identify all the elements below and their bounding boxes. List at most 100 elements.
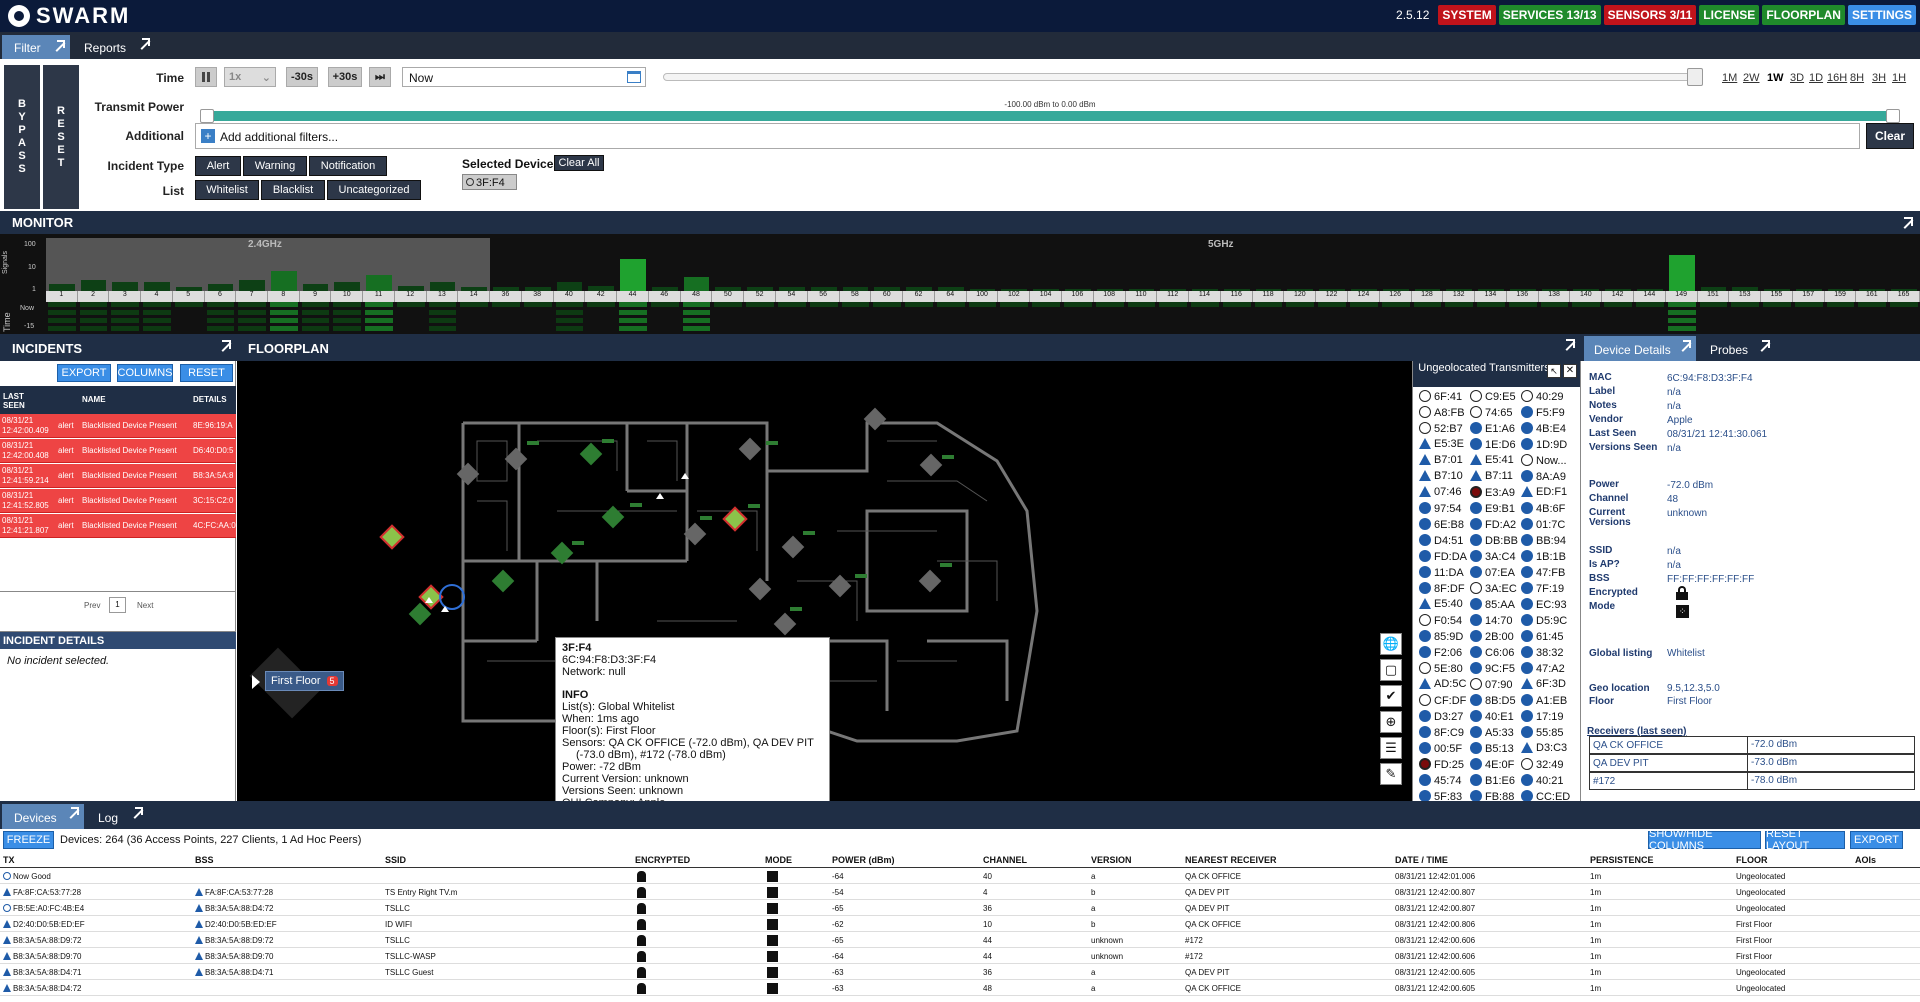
incident-row[interactable]: 08/31/21 12:42:00.408 alert Blacklisted Dev… [0,439,236,463]
ungeolocated-item[interactable]: 32:49 [1521,758,1564,772]
license-button[interactable]: LICENSE [1699,5,1760,25]
ungeolocated-item[interactable]: C9:E5 [1470,390,1516,404]
ungeolocated-item[interactable]: ED:F1 [1521,486,1567,500]
additional-filters-input[interactable]: + Add additional filters... [195,123,1860,149]
ungeolocated-item[interactable]: D4:51 [1419,534,1463,548]
reset-layout-button[interactable]: RESET LAYOUT [1765,828,1845,852]
settings-button[interactable]: SETTINGS [1847,5,1916,25]
popout-icon[interactable] [142,38,150,46]
swarm-logo[interactable]: SWARM [8,3,130,29]
ungeolocated-item[interactable]: B7:01 [1419,454,1463,468]
transmit-power-slider[interactable] [200,111,1900,121]
show-hide-columns-button[interactable]: SHOW/HIDE COLUMNS [1648,828,1761,852]
ungeolocated-item[interactable]: 6F:41 [1419,390,1462,404]
ungeolocated-item[interactable]: 1D:9D [1521,438,1567,452]
ungeolocated-item[interactable]: 8B:D5 [1470,694,1516,708]
ungeolocated-item[interactable]: E3:A9 [1470,486,1515,500]
ungeolocated-item[interactable]: 97:54 [1419,502,1462,516]
device-row[interactable]: D2:40:D0:5B:ED:EF D2:40:D0:5B:ED:EF ID WIF… [0,917,1920,932]
ungeolocated-item[interactable]: AD:5C [1419,678,1466,692]
skip-to-end-button[interactable]: ⏭ [369,67,391,87]
ungeolocated-item[interactable]: 07:90 [1470,678,1513,692]
incident-row[interactable]: 08/31/21 12:41:52.805 alert Blacklisted Dev… [0,489,236,513]
ungeolocated-item[interactable]: 8F:DF [1419,582,1465,596]
ungeolocated-item[interactable]: FB:88 [1470,790,1514,801]
ungeolocated-item[interactable]: CF:DF [1419,694,1466,708]
ungeolocated-item[interactable]: 40:29 [1521,390,1564,404]
ungeolocated-item[interactable]: 6F:3D [1521,678,1566,692]
services-button[interactable]: SERVICES 13/13 [1498,5,1601,25]
check-icon[interactable]: ✔ [1380,685,1402,707]
sensors-button[interactable]: SENSORS 3/11 [1603,5,1697,25]
ungeolocated-item[interactable]: 61:45 [1521,630,1564,644]
column-header[interactable]: AOIs [1855,855,1876,865]
popout-icon[interactable] [135,807,143,815]
range-button[interactable]: 1D [1809,72,1823,84]
ungeolocated-item[interactable]: 3A:EC [1470,582,1517,596]
device-row[interactable]: B8:3A:5A:88:D9:70 B8:3A:5A:88:D9:70 TSLLC-… [0,949,1920,964]
bypass-button[interactable]: BYPASS [4,65,40,209]
floorplan-button[interactable]: FLOORPLAN [1762,5,1845,25]
ungeolocated-item[interactable]: D5:9C [1521,614,1567,628]
ungeolocated-item[interactable]: 11:DA [1419,566,1464,580]
popout-icon[interactable] [1566,339,1575,348]
incident-row[interactable]: 08/31/21 12:42:00.409 alert Blacklisted Dev… [0,414,236,438]
ungeolocated-item[interactable]: 01:7C [1521,518,1565,532]
blacklist-filter-button[interactable]: Blacklist [261,180,325,200]
ungeolocated-item[interactable]: 47:A2 [1521,662,1565,676]
ungeolocated-item[interactable]: F5:F9 [1521,406,1565,420]
ungeolocated-item[interactable]: D3:27 [1419,710,1463,724]
ungeolocated-item[interactable]: 74:65 [1470,406,1513,420]
col-last-seen[interactable]: LAST SEEN [3,392,25,410]
calendar-icon[interactable] [627,71,641,83]
popout-icon[interactable] [1762,340,1770,348]
shape-icon[interactable]: ▢ [1380,659,1402,681]
range-button[interactable]: 8H [1850,72,1864,84]
warning-filter-button[interactable]: Warning [243,156,307,176]
ungeolocated-item[interactable]: 5E:80 [1419,662,1463,676]
ungeolocated-item[interactable]: 85:AA [1470,598,1515,612]
popout-icon[interactable] [222,340,231,349]
range-button[interactable]: 16H [1827,72,1847,84]
ungeolocated-item[interactable]: B5:13 [1470,742,1514,756]
ungeolocated-item[interactable]: 38:32 [1521,646,1564,660]
power-min-handle[interactable] [200,109,214,123]
ungeolocated-item[interactable]: E1:A6 [1470,422,1515,436]
locate-icon[interactable]: ⊕ [1380,711,1402,733]
ungeolocated-item[interactable]: B7:11 [1470,470,1513,484]
ungeolocated-item[interactable]: 5F:83 [1419,790,1462,801]
time-slider[interactable] [663,73,1703,81]
ungeolocated-item[interactable]: B1:E6 [1470,774,1515,788]
ungeolocated-item[interactable]: EC:93 [1521,598,1567,612]
ungeolocated-item[interactable]: 4E:0F [1470,758,1514,772]
ungeolocated-item[interactable]: 07:46 [1419,486,1462,500]
tab-device-details[interactable]: Device Details [1584,336,1696,361]
tab-reports[interactable]: Reports [72,35,157,59]
whitelist-filter-button[interactable]: Whitelist [195,180,259,200]
ungeolocated-item[interactable]: 1B:1B [1521,550,1566,564]
ungeolocated-item[interactable]: 8F:C9 [1419,726,1464,740]
ungeolocated-item[interactable]: 55:85 [1521,726,1564,740]
column-header[interactable]: VERSION [1091,855,1132,865]
time-slider-handle[interactable] [1687,68,1703,86]
devices-export-button[interactable]: EXPORT [1850,831,1903,849]
incident-row[interactable]: 08/31/21 12:41:21.807 alert Blacklisted Dev… [0,514,236,538]
device-row[interactable]: Now Good -64 40 a QA CK OFFICE 08/31/21 12:42… [0,869,1920,884]
col-name[interactable]: NAME [82,395,106,404]
device-row[interactable]: FA:8F:CA:53:77:28 FA:8F:CA:53:77:28 TS Ent… [0,885,1920,900]
device-row[interactable]: B8:3A:5A:88:D4:72 -63 48 a QA CK OFFICE 08/31… [0,981,1920,996]
ungeolocated-item[interactable]: 6E:B8 [1419,518,1464,532]
incidents-reset-button[interactable]: RESET [180,364,233,382]
edit-icon[interactable]: ✎ [1380,763,1402,785]
close-icon[interactable]: ✕ [1563,364,1577,378]
speed-select[interactable]: 1x ⌄ [224,67,276,87]
range-button[interactable]: 1M [1722,72,1737,84]
device-row[interactable]: B8:3A:5A:88:D4:71 B8:3A:5A:88:D4:71 TSLLC … [0,965,1920,980]
range-button[interactable]: 2W [1743,72,1760,84]
ungeolocated-item[interactable]: D3:C3 [1521,742,1567,756]
tab-filter[interactable]: Filter [2,35,70,59]
device-triangle-icon[interactable] [656,493,664,499]
ungeolocated-item[interactable]: A5:33 [1470,726,1514,740]
pointer-icon[interactable]: ↖ [1547,364,1561,378]
column-header[interactable]: BSS [195,855,214,865]
